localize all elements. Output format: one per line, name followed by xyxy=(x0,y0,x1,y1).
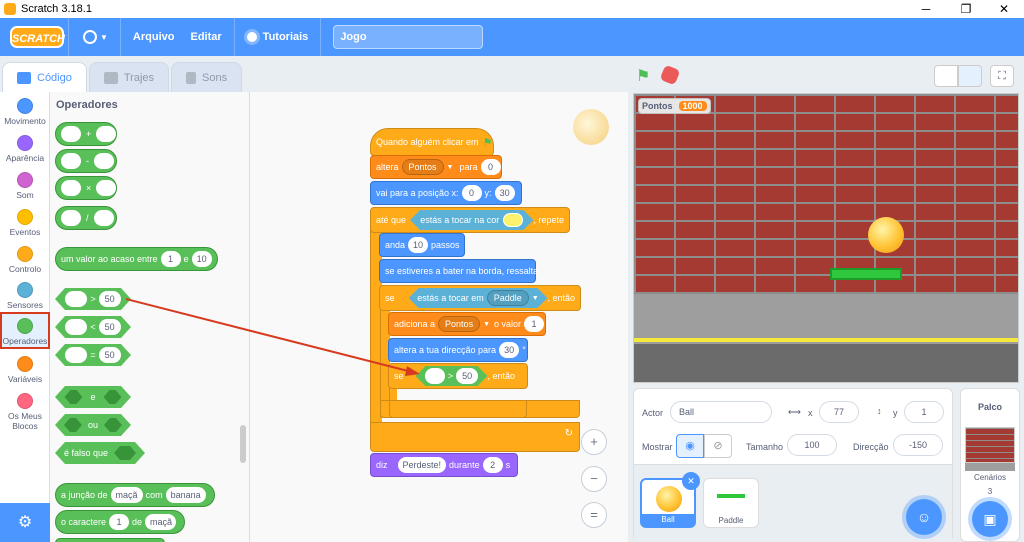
road xyxy=(634,294,1018,344)
sprite-tile-paddle[interactable]: Paddle xyxy=(703,478,759,528)
ball-sprite[interactable] xyxy=(868,217,904,253)
brick-wall-backdrop xyxy=(634,94,1018,294)
large-stage-button[interactable] xyxy=(958,65,982,87)
paddle-thumbnail xyxy=(717,494,745,498)
size-input[interactable]: 100 xyxy=(787,434,837,456)
small-stage-button[interactable] xyxy=(934,65,958,87)
sprite-tile-ball[interactable]: ✕ Ball xyxy=(640,472,700,528)
x-arrows-icon: ⟷ xyxy=(788,407,801,417)
variable-monitor[interactable]: Pontos 1000 xyxy=(638,98,711,114)
sprite-info-panel: Actor Ball ⟷ x 77 ↕ y 1 Mostrar ◉ ⊘ Tama… xyxy=(633,388,953,542)
stage[interactable]: Pontos 1000 xyxy=(633,93,1019,383)
fullscreen-icon[interactable]: ⛶ xyxy=(990,65,1014,87)
hide-eye-icon[interactable]: ⊘ xyxy=(704,434,732,458)
sprite-list: ✕ Ball Paddle ☺ xyxy=(634,464,952,542)
paddle-sprite[interactable] xyxy=(830,268,902,280)
y-position-input[interactable]: 1 xyxy=(904,401,944,423)
road-yellow-line xyxy=(634,338,1018,342)
green-flag-button[interactable]: ⚑ xyxy=(636,66,650,86)
road-lower xyxy=(634,344,1018,382)
stage-target-panel: Palco Cenários 3 ▣ xyxy=(960,388,1020,542)
ball-thumbnail xyxy=(656,486,682,512)
add-sprite-button[interactable]: ☺ xyxy=(906,499,942,535)
sprite-name-input[interactable]: Ball xyxy=(670,401,772,423)
delete-sprite-icon[interactable]: ✕ xyxy=(682,472,700,490)
direction-input[interactable]: -150 xyxy=(893,434,943,456)
stage-thumbnail[interactable] xyxy=(965,427,1015,463)
stop-button[interactable] xyxy=(659,64,681,86)
y-arrows-icon: ↕ xyxy=(877,406,882,416)
x-position-input[interactable]: 77 xyxy=(819,401,859,423)
stage-header: ⚑ ⛶ xyxy=(628,56,1024,92)
add-backdrop-button[interactable]: ▣ xyxy=(972,501,1008,537)
show-eye-icon[interactable]: ◉ xyxy=(676,434,704,458)
